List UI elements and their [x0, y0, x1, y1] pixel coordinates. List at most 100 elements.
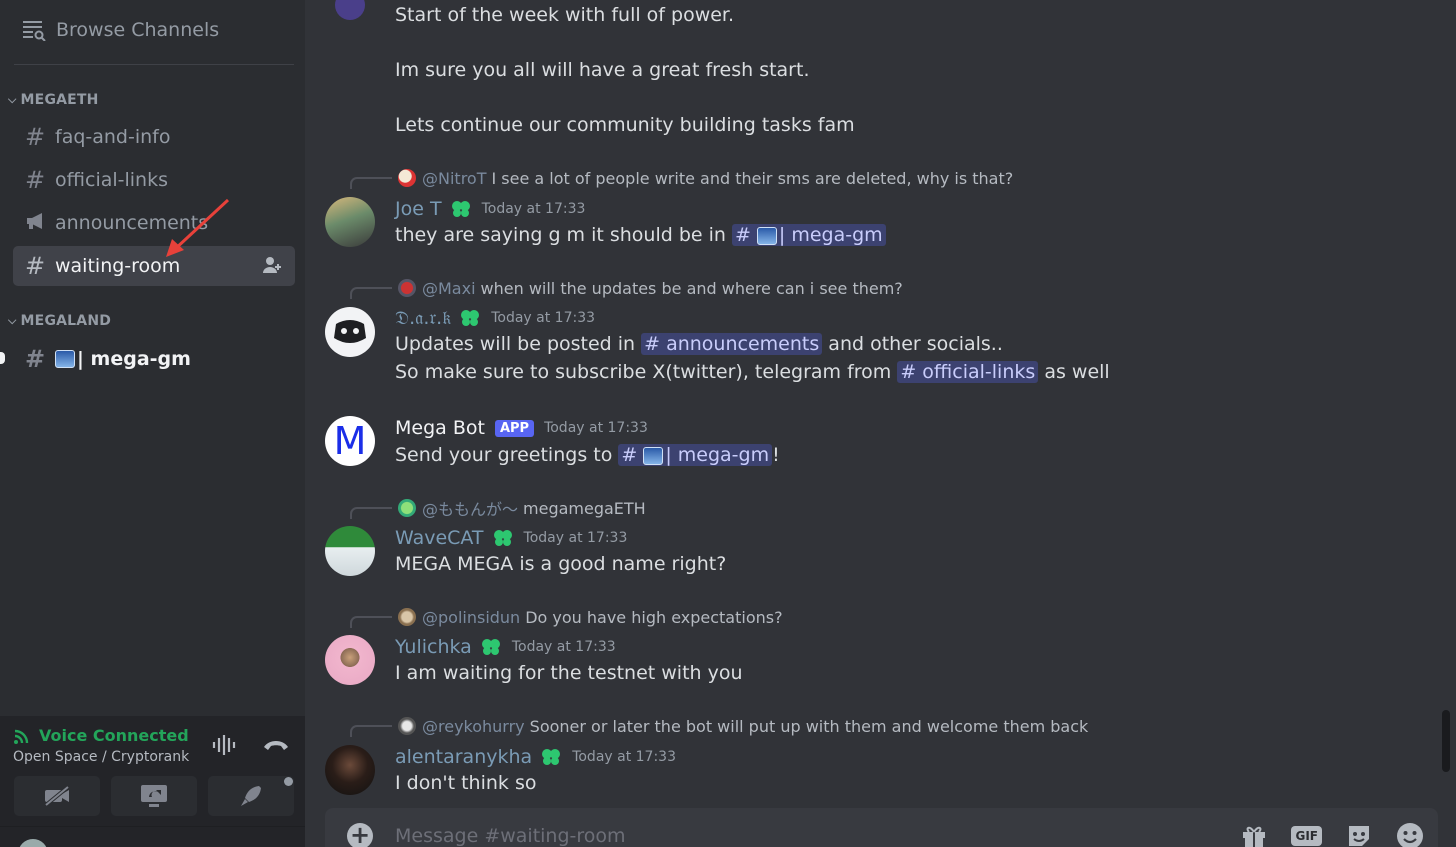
reply-author[interactable]: @ももんが〜 [422, 496, 518, 520]
message-input[interactable] [395, 822, 1195, 847]
voice-panel: Voice Connected Open Space / Cryptorank [0, 716, 305, 826]
mini-avatar [398, 717, 416, 735]
reply-author[interactable]: @reykohurry [422, 717, 525, 736]
channel-mention[interactable]: # | mega-gm [618, 444, 773, 466]
reply-reference[interactable]: @NitroT I see a lot of people write and … [350, 168, 1014, 189]
message-text: and other socials.. [828, 333, 1003, 355]
invite-member-icon[interactable] [263, 256, 283, 279]
message-text: Updates will be posted in [395, 333, 636, 355]
reply-author[interactable]: @Maxi [422, 279, 476, 298]
mini-avatar [398, 608, 416, 626]
sticker-icon[interactable] [1346, 823, 1372, 847]
category-megaeth[interactable]: ⌵ MEGAETH [8, 92, 99, 108]
browse-channels-button[interactable]: Browse Channels [22, 14, 219, 46]
activities-button[interactable] [208, 776, 294, 816]
cityscape-emoji-icon [756, 226, 777, 245]
username[interactable]: Mega Bot [395, 417, 485, 439]
username[interactable]: WaveCAT [395, 527, 484, 549]
message-header: alentaranykha Today at 17:33 [395, 745, 676, 769]
reply-author[interactable]: @NitroT [422, 169, 486, 188]
reply-reference[interactable]: @ももんが〜 megamegaETH [350, 496, 646, 520]
message-content: they are saying g m it should be in # | m… [395, 224, 886, 246]
timestamp: Today at 17:33 [481, 201, 586, 217]
category-label: MEGALAND [20, 313, 112, 329]
megaphone-icon [25, 209, 55, 237]
channel-label: official-links [55, 169, 168, 191]
locked-hash-icon: # [25, 252, 46, 280]
reply-reference[interactable]: @polinsidun Do you have high expectation… [350, 607, 783, 628]
clover-icon [461, 310, 480, 326]
clover-icon [451, 201, 470, 217]
reply-text: megamegaETH [523, 498, 646, 518]
sidebar-divider [14, 64, 294, 65]
timestamp: Today at 17:33 [544, 420, 648, 436]
timestamp: Today at 17:33 [523, 530, 628, 546]
avatar[interactable] [325, 526, 375, 576]
channel-official-links[interactable]: # official-links [13, 160, 295, 200]
mention-label: | mega-gm [778, 224, 883, 246]
hash-icon: # [25, 166, 46, 194]
message-composer: + GIF [325, 808, 1438, 847]
clover-icon [481, 639, 500, 655]
reply-reference[interactable]: @Maxi when will the updates be and where… [350, 278, 903, 299]
reply-reference[interactable]: @reykohurry Sooner or later the bot will… [350, 716, 1088, 737]
upload-plus-icon[interactable]: + [347, 823, 373, 847]
message-text: ! [772, 444, 780, 466]
status-dot [284, 777, 293, 786]
avatar[interactable] [325, 635, 375, 685]
gif-button[interactable]: GIF [1291, 826, 1322, 846]
username[interactable]: Yulichka [395, 636, 472, 658]
message-text: Send your greetings to [395, 444, 613, 466]
reply-connector [350, 287, 392, 299]
reply-connector [350, 177, 392, 189]
channel-mention[interactable]: # | mega-gm [732, 224, 886, 246]
avatar[interactable] [325, 197, 375, 247]
message-content: So make sure to subscribe X(twitter), te… [395, 361, 1110, 383]
channel-mention[interactable]: # announcements [641, 333, 823, 355]
channel-waiting-room[interactable]: # waiting-room [13, 246, 295, 286]
avatar[interactable]: M [325, 416, 375, 466]
cityscape-emoji-icon [643, 446, 664, 465]
avatar[interactable] [325, 745, 375, 795]
channel-mega-gm[interactable]: # | mega-gm [13, 339, 295, 379]
message-text: I am waiting for the testnet with you [395, 662, 743, 684]
camera-off-button[interactable] [14, 776, 100, 816]
emoji-icon[interactable] [1396, 822, 1424, 847]
channel-faq-and-info[interactable]: # faq-and-info [13, 117, 295, 157]
message-text: they are saying g m it should be in [395, 224, 726, 246]
disconnect-call-icon[interactable] [263, 734, 289, 756]
red-arrow-annotation [166, 198, 230, 257]
message-text: MEGA MEGA is a good name right? [395, 553, 727, 575]
hash-icon: # [25, 123, 46, 151]
user-avatar[interactable] [18, 839, 48, 847]
mini-avatar [398, 279, 416, 297]
scrollbar-thumb[interactable] [1442, 710, 1450, 772]
message-text: I don't think so [395, 772, 537, 794]
mini-avatar [398, 169, 416, 187]
unread-indicator [0, 352, 5, 364]
username[interactable]: alentaranykha [395, 746, 532, 768]
browse-channels-label: Browse Channels [56, 19, 220, 41]
screen-share-button[interactable] [111, 776, 197, 816]
mention-label: official-links [922, 361, 1036, 383]
reply-text: I see a lot of people write and their sm… [491, 168, 1014, 188]
noise-suppression-icon[interactable] [211, 734, 237, 756]
reply-connector [350, 507, 392, 519]
gift-icon[interactable] [1241, 823, 1267, 847]
cityscape-emoji-icon [55, 350, 75, 368]
channel-announcements[interactable]: announcements [13, 203, 295, 243]
avatar[interactable] [335, 0, 365, 20]
channel-label: waiting-room [55, 255, 181, 277]
timestamp: Today at 17:33 [572, 749, 676, 765]
mini-avatar [398, 499, 416, 517]
username[interactable]: 𝔇.𝔞.𝔯.𝔨 [395, 307, 451, 329]
username[interactable]: Joe T [395, 198, 442, 220]
voice-location[interactable]: Open Space / Cryptorank [13, 749, 189, 765]
hash-icon: # [25, 345, 46, 373]
voice-status[interactable]: Voice Connected [13, 726, 189, 745]
channel-mention[interactable]: # official-links [897, 361, 1039, 383]
avatar[interactable] [325, 307, 375, 357]
reply-author[interactable]: @polinsidun [422, 608, 520, 627]
reply-connector [350, 725, 392, 737]
category-megaland[interactable]: ⌵ MEGALAND [8, 313, 111, 329]
